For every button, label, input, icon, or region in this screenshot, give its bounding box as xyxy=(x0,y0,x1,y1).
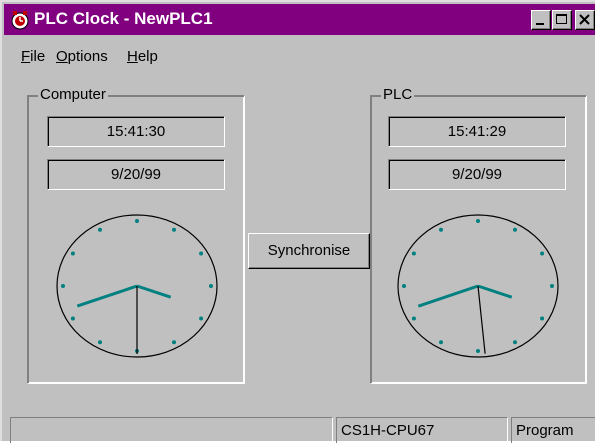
hour-marker xyxy=(70,251,75,256)
computer-time-value: 15:41:30 xyxy=(106,123,166,140)
hour-marker xyxy=(199,316,204,321)
hour-marker xyxy=(411,316,416,321)
plc-group-label: PLC xyxy=(381,86,415,104)
maximize-icon xyxy=(556,14,567,24)
hour-hand xyxy=(477,284,513,299)
second-hand xyxy=(477,285,486,354)
computer-time-display: 15:41:30 xyxy=(47,116,225,147)
hour-marker xyxy=(135,219,139,223)
plc-date-display: 9/20/99 xyxy=(388,159,566,190)
close-button[interactable] xyxy=(575,10,595,30)
hour-marker xyxy=(439,227,443,232)
plc-time-display: 15:41:29 xyxy=(388,116,566,147)
menu-help[interactable]: Help xyxy=(127,46,158,68)
hour-marker xyxy=(172,227,176,232)
computer-date-display: 9/20/99 xyxy=(47,159,225,190)
window-title: PLC Clock - NewPLC1 xyxy=(34,9,213,28)
minimize-icon xyxy=(536,23,544,25)
hour-marker xyxy=(98,340,102,345)
hour-marker xyxy=(476,349,480,353)
title-bar[interactable]: PLC Clock - NewPLC1 xyxy=(4,4,595,35)
plc-clock-window: PLC Clock - NewPLC1 File Options Help Co… xyxy=(0,0,595,443)
status-panel-main xyxy=(10,417,333,443)
computer-analog-clock xyxy=(56,214,218,358)
hour-marker xyxy=(439,340,443,345)
computer-group-label: Computer xyxy=(38,86,108,104)
plc-time-value: 15:41:29 xyxy=(447,123,507,140)
status-mode: Program xyxy=(511,417,595,443)
hour-marker xyxy=(476,219,480,223)
menu-bar: File Options Help xyxy=(4,46,595,68)
computer-date-value: 9/20/99 xyxy=(110,166,162,183)
maximize-button[interactable] xyxy=(552,10,572,30)
hour-marker xyxy=(513,227,517,232)
hour-marker xyxy=(402,284,406,288)
hour-marker xyxy=(550,284,554,288)
hour-marker xyxy=(540,316,545,321)
plc-date-value: 9/20/99 xyxy=(451,166,503,183)
plc-analog-clock xyxy=(397,214,559,358)
hour-marker xyxy=(209,284,213,288)
menu-options[interactable]: Options xyxy=(56,46,108,68)
hour-marker xyxy=(540,251,545,256)
menu-file[interactable]: File xyxy=(21,46,45,68)
status-cpu: CS1H-CPU67 xyxy=(336,417,508,443)
close-icon xyxy=(579,14,590,25)
hour-marker xyxy=(98,227,102,232)
hour-marker xyxy=(199,251,204,256)
minimize-button[interactable] xyxy=(531,10,551,30)
hour-marker xyxy=(61,284,65,288)
minute-hand xyxy=(76,284,138,308)
hour-marker xyxy=(70,316,75,321)
minute-hand xyxy=(417,284,479,308)
hour-marker xyxy=(172,340,176,345)
synchronise-button[interactable]: Synchronise xyxy=(248,233,370,269)
hour-marker xyxy=(513,340,517,345)
app-icon[interactable] xyxy=(10,10,30,30)
hour-hand xyxy=(136,284,172,299)
hour-marker xyxy=(411,251,416,256)
